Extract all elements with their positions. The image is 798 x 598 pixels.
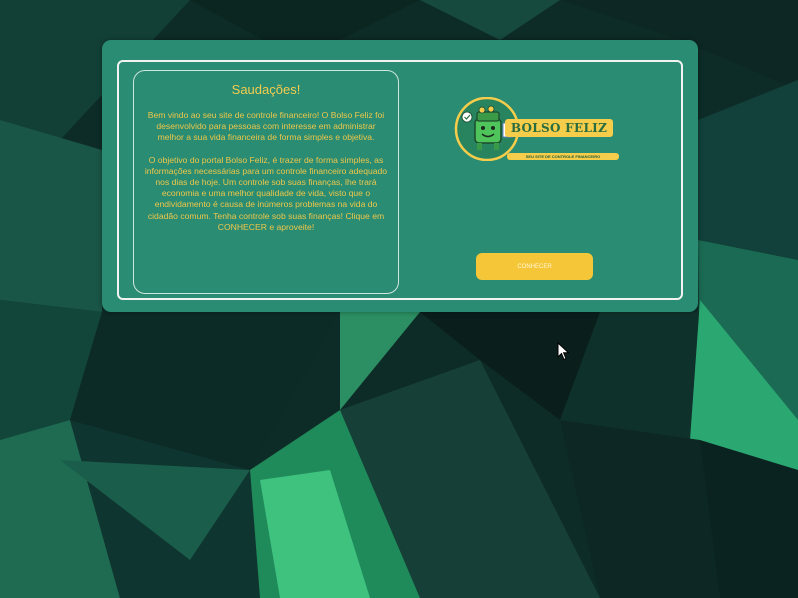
welcome-paragraph-1: Bem vindo ao seu site de controle financ… [147, 110, 385, 143]
logo-subtitle: SEU SITE DE CONTROLE FINANCEIRO [507, 153, 619, 160]
bolso-feliz-logo: BOLSO FELIZ SEU SITE DE CONTROLE FINANCE… [453, 97, 623, 167]
welcome-paragraph-2: O objetivo do portal Bolso Feliz, é traz… [144, 154, 388, 232]
logo-title: BOLSO FELIZ [505, 119, 613, 137]
conhecer-button[interactable]: CONHECER [476, 253, 593, 280]
welcome-panel: Saudações! Bem vindo ao seu site de cont… [133, 70, 399, 294]
mouse-pointer-icon [557, 342, 570, 361]
welcome-card: Saudações! Bem vindo ao seu site de cont… [102, 40, 698, 312]
welcome-text: Bem vindo ao seu site de controle financ… [144, 110, 388, 233]
welcome-title: Saudações! [231, 82, 301, 97]
